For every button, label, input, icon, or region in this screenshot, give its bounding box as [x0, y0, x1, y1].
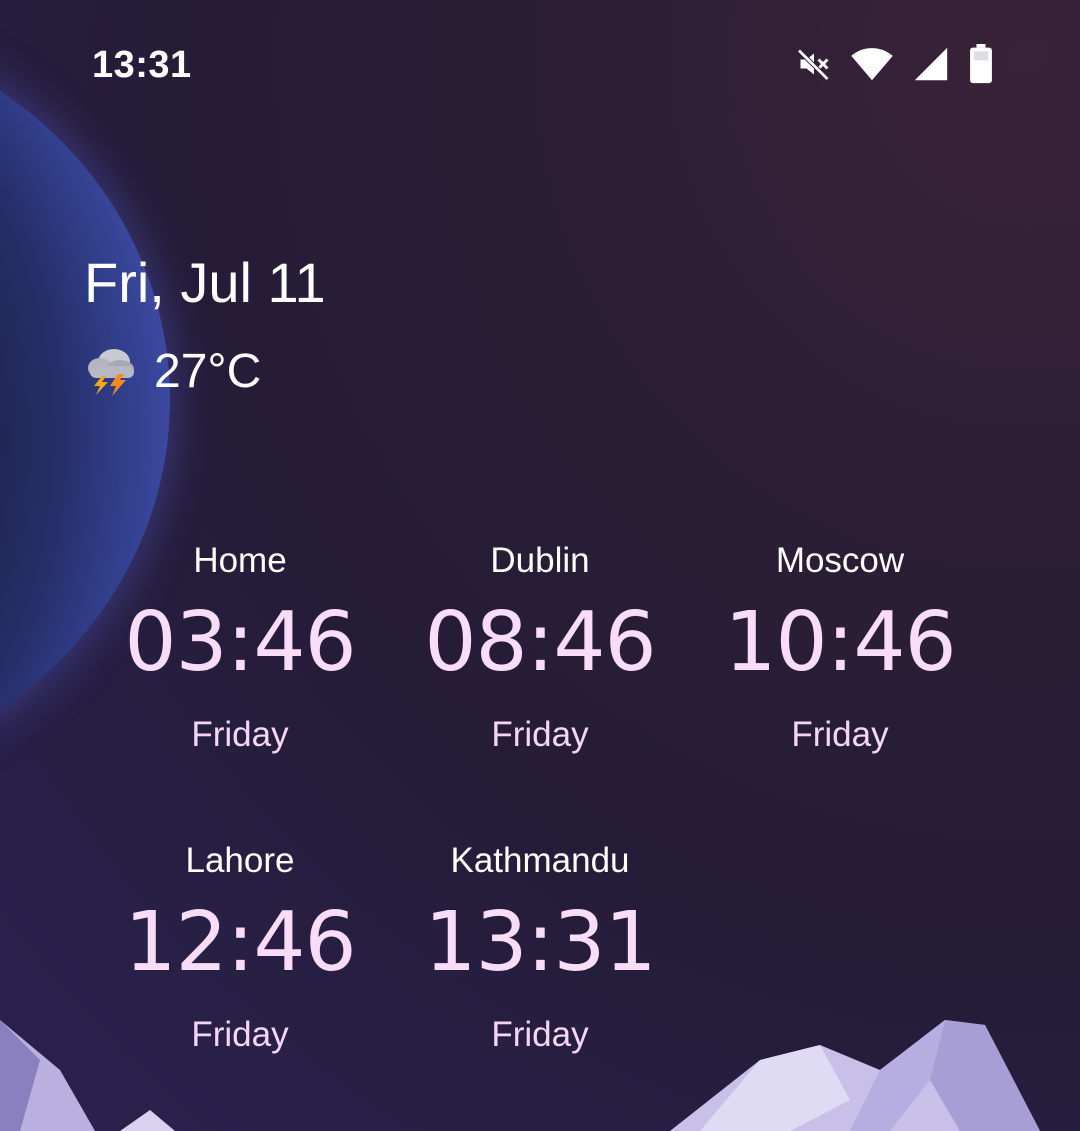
mute-icon: [796, 46, 832, 86]
weather-widget[interactable]: 27°C: [84, 342, 261, 400]
clock-city: Home: [193, 541, 287, 580]
clock-time: 13:31: [424, 895, 656, 990]
clock-city: Lahore: [185, 841, 295, 880]
clock-day: Friday: [191, 715, 289, 754]
wifi-icon: [850, 46, 894, 86]
clock-city: Moscow: [775, 541, 905, 580]
status-bar: 13:31: [0, 0, 1080, 130]
date-display[interactable]: Fri, Jul 11: [84, 250, 326, 315]
clock-day: Friday: [491, 1015, 589, 1054]
clock-time: 12:46: [124, 895, 356, 990]
world-clock-dublin[interactable]: Dublin 08:46 Friday: [390, 541, 690, 755]
clock-time: 08:46: [424, 595, 656, 690]
status-time: 13:31: [92, 44, 192, 86]
clock-city: Kathmandu: [450, 841, 630, 880]
world-clock-kathmandu[interactable]: Kathmandu 13:31 Friday: [390, 841, 690, 1055]
clock-day: Friday: [191, 1015, 289, 1054]
battery-icon: [968, 44, 994, 88]
world-clock-home[interactable]: Home 03:46 Friday: [90, 541, 390, 755]
clock-day: Friday: [491, 715, 589, 754]
thunderstorm-icon: [84, 342, 138, 400]
status-icons: [796, 44, 994, 88]
clock-time: 10:46: [724, 595, 956, 690]
clock-day: Friday: [791, 715, 889, 754]
home-screen: 13:31 Fri, Jul 11 27°C Home 03:46 Friday…: [0, 0, 1080, 1131]
clock-time: 03:46: [124, 595, 356, 690]
temperature: 27°C: [154, 344, 262, 398]
clock-city: Dublin: [490, 541, 590, 580]
world-clock-moscow[interactable]: Moscow 10:46 Friday: [690, 541, 990, 755]
signal-icon: [912, 46, 950, 86]
world-clock-lahore[interactable]: Lahore 12:46 Friday: [90, 841, 390, 1055]
